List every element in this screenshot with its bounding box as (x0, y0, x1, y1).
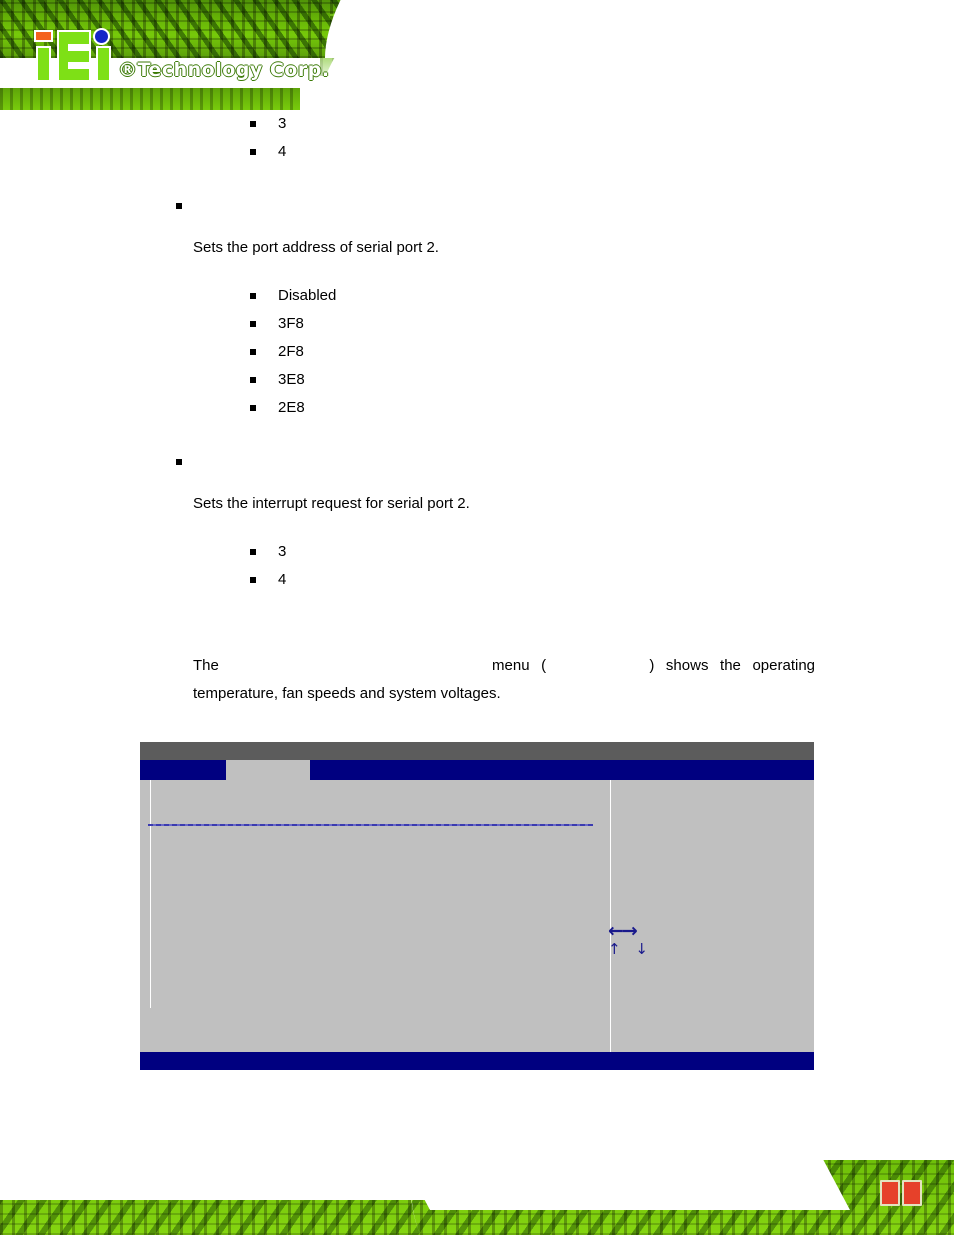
bios-panel-divider (610, 780, 611, 1052)
bullet-square-icon (176, 203, 182, 209)
bullet-square-icon (250, 405, 256, 411)
section-heading-serial-port2-address (0, 192, 954, 220)
section-heading-serial-port2-irq (0, 448, 954, 476)
bullet-square-icon (250, 349, 256, 355)
list-item-label: 3 (278, 115, 287, 132)
list-item: 2F8 (0, 338, 954, 366)
bios-body (140, 780, 814, 1052)
page-footer (0, 1100, 954, 1235)
list-item: Disabled (0, 282, 954, 310)
logo-orange-square-icon (34, 30, 53, 42)
bullet-square-icon (176, 459, 182, 465)
list-item-label: 3E8 (278, 371, 305, 388)
bios-titlebar (140, 742, 814, 760)
section-description: Sets the interrupt request for serial po… (193, 495, 470, 512)
iei-logo: ®Technology Corp. (30, 28, 329, 86)
bullet-square-icon (250, 377, 256, 383)
list-item: 3 (0, 538, 954, 566)
paragraph-mid: menu ( (492, 657, 547, 674)
paragraph-prefix: The (193, 657, 219, 674)
page-header: ®Technology Corp. (0, 0, 954, 110)
list-item-label: 3F8 (278, 315, 304, 332)
list-item: 3 (0, 110, 954, 138)
section-description: Sets the port address of serial port 2. (193, 239, 439, 256)
header-white-swoosh-lower (262, 44, 954, 110)
bios-left-rule (150, 780, 151, 1008)
logo-blue-dot-icon (93, 28, 110, 45)
list-item-label: 4 (278, 571, 287, 588)
bullet-square-icon (250, 293, 256, 299)
bios-separator-line (148, 824, 593, 826)
up-down-arrow-icon: ↑ ↓ (608, 940, 653, 958)
bullet-square-icon (250, 577, 256, 583)
list-item-label: 4 (278, 143, 287, 160)
logo-company-text: ®Technology Corp. (118, 59, 330, 81)
logo-letter-i-first (36, 46, 51, 82)
list-item-label: 2F8 (278, 343, 304, 360)
list-item: 4 (0, 138, 954, 166)
bullet-square-icon (250, 149, 256, 155)
bios-screenshot: ←→ ↑ ↓ (140, 742, 814, 1070)
list-item-label: Disabled (278, 287, 337, 304)
left-right-arrow-icon: ←→ (608, 920, 638, 942)
footer-white-swoosh-line (373, 1120, 954, 1234)
list-item: 3E8 (0, 366, 954, 394)
document-content: 3 4 Sets the port address of serial port… (0, 110, 954, 708)
bios-footer (140, 1052, 814, 1070)
list-item: 4 (0, 566, 954, 594)
bios-tab-active[interactable] (226, 760, 310, 780)
bullet-square-icon (250, 321, 256, 327)
header-green-strip (0, 88, 300, 110)
list-item-label: 3 (278, 543, 287, 560)
logo-letter-i-second (96, 46, 111, 82)
list-item: 2E8 (0, 394, 954, 422)
bullet-square-icon (250, 121, 256, 127)
list-item-label: 2E8 (278, 399, 305, 416)
bullet-square-icon (250, 549, 256, 555)
logo-letter-e (57, 30, 91, 82)
hw-monitor-paragraph: The menu ( ) shows the operating tempera… (0, 652, 954, 708)
list-item: 3F8 (0, 310, 954, 338)
